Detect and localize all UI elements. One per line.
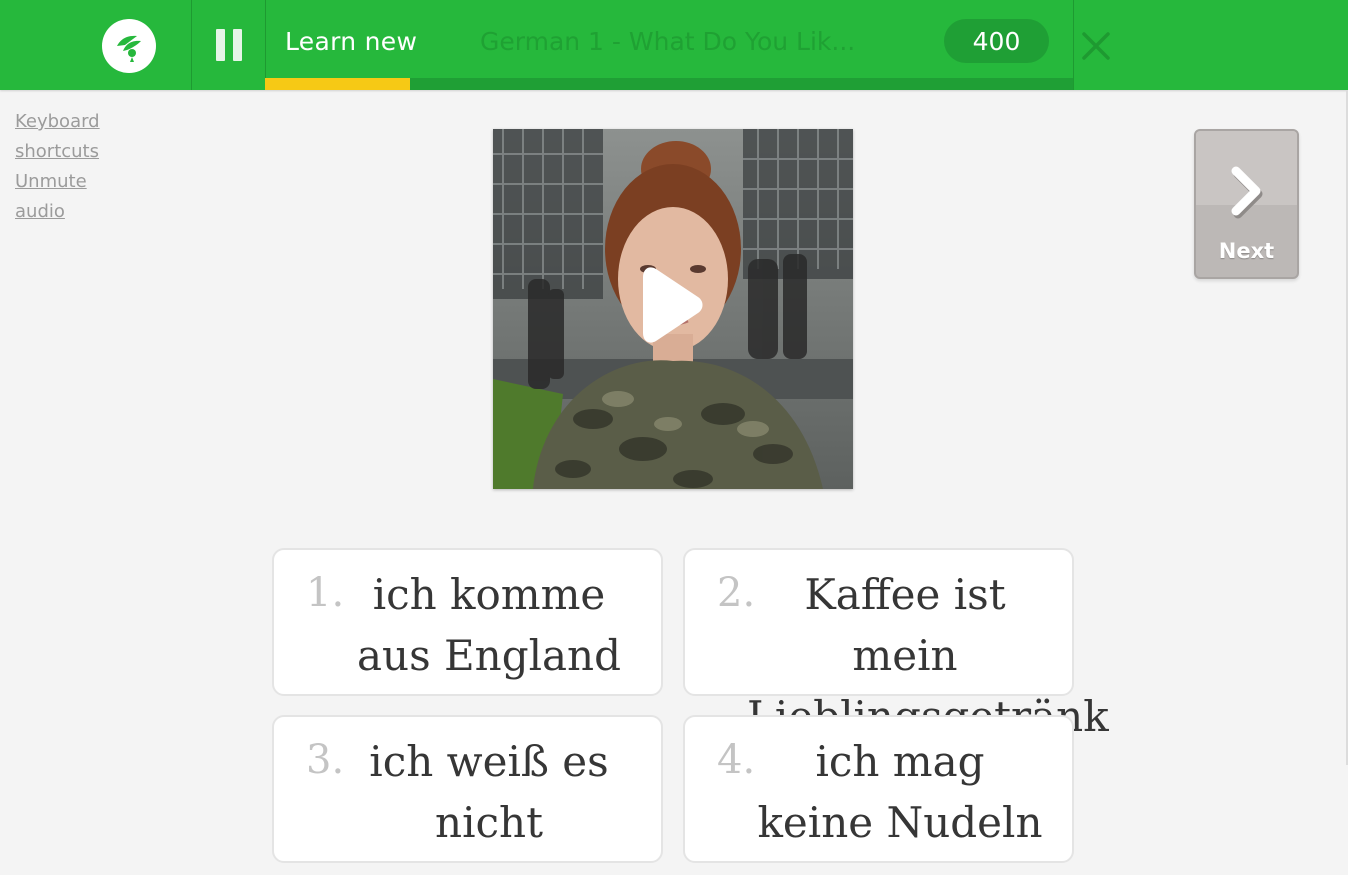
- answer-number: 1.: [306, 570, 345, 616]
- next-button[interactable]: Next: [1194, 129, 1299, 279]
- top-bar: Learn new German 1 - What Do You Lik... …: [0, 0, 1348, 90]
- memrise-logo-icon[interactable]: [102, 19, 156, 73]
- video-thumbnail: [493, 129, 853, 489]
- keyboard-shortcuts-link[interactable]: shortcuts: [15, 137, 135, 167]
- mode-label: Learn new: [285, 27, 418, 56]
- answer-number: 4.: [717, 737, 756, 783]
- answer-number: 3.: [306, 737, 345, 783]
- header-divider: [265, 0, 266, 90]
- answer-option-1[interactable]: 1. ich komme aus England: [272, 548, 663, 696]
- side-links: Keyboard shortcuts Unmute audio: [15, 107, 135, 227]
- course-title: German 1 - What Do You Lik...: [480, 27, 856, 56]
- close-icon: [1082, 32, 1110, 60]
- answer-text: ich mag keine Nudeln: [757, 737, 1043, 847]
- unmute-audio-link[interactable]: audio: [15, 197, 135, 227]
- chevron-right-icon: [1231, 166, 1263, 219]
- next-label: Next: [1218, 239, 1275, 263]
- pause-button[interactable]: [192, 0, 265, 90]
- points-badge: 400: [944, 19, 1049, 63]
- pause-icon: [215, 29, 225, 61]
- answer-text: ich komme aus England: [357, 570, 621, 680]
- session-progress-bar: [265, 78, 1073, 90]
- answer-option-4[interactable]: 4. ich mag keine Nudeln: [683, 715, 1074, 863]
- video-player[interactable]: [493, 129, 853, 489]
- close-button[interactable]: [1074, 24, 1118, 68]
- answer-text: ich weiß es nicht: [369, 737, 609, 847]
- unmute-audio-link[interactable]: Unmute: [15, 167, 135, 197]
- keyboard-shortcuts-link[interactable]: Keyboard: [15, 107, 135, 137]
- answer-option-3[interactable]: 3. ich weiß es nicht: [272, 715, 663, 863]
- session-progress-fill: [265, 78, 411, 90]
- answer-option-2[interactable]: 2. Kaffee ist mein Lieblingsgetränk: [683, 548, 1109, 741]
